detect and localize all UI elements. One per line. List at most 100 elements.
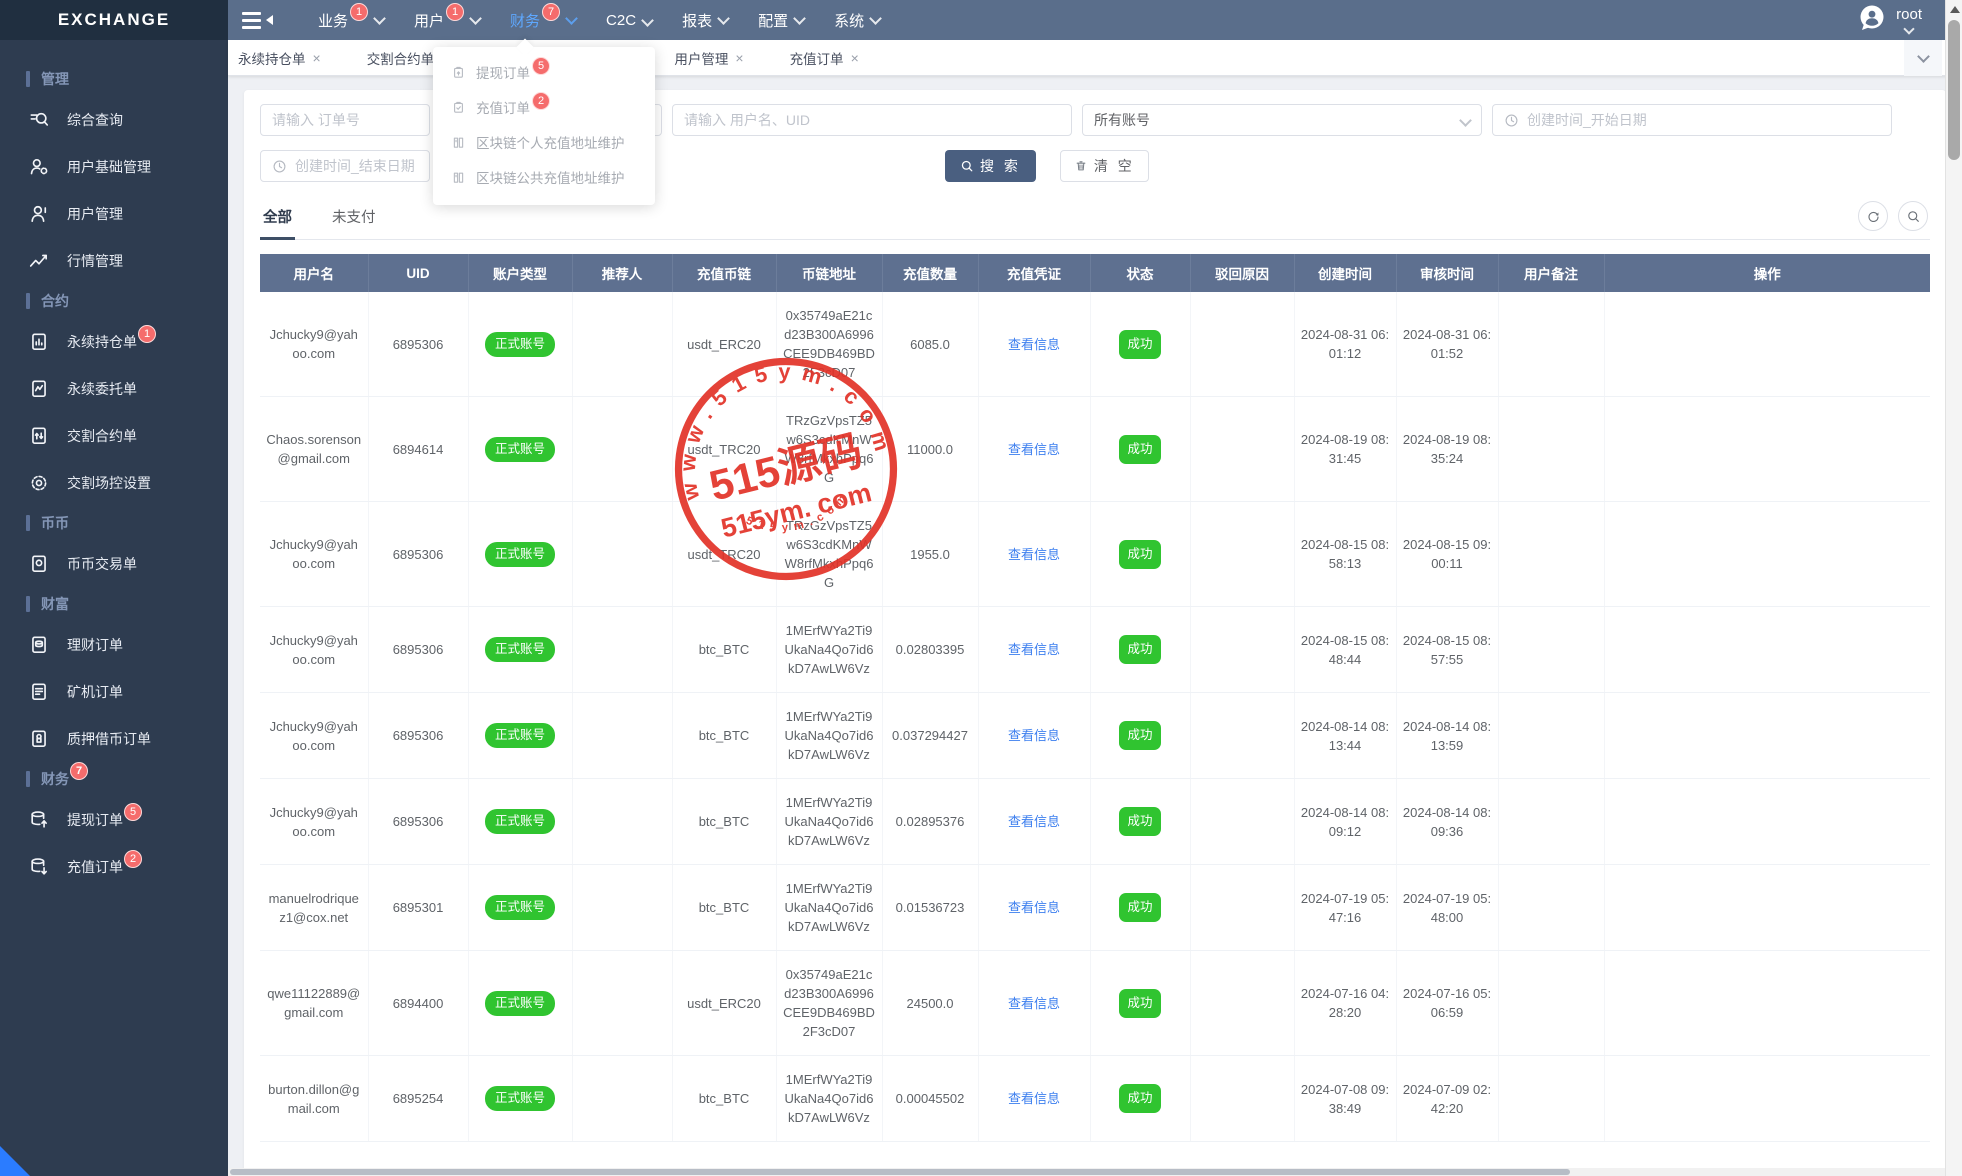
cell-referrer (572, 607, 672, 693)
dropdown-item-badge: 5 (532, 57, 550, 75)
date-end-input[interactable]: 创建时间_结束日期 (260, 150, 430, 182)
corner-widget (0, 1146, 30, 1176)
tabs-overflow-button[interactable] (1904, 40, 1942, 76)
open-tab-用户管理[interactable]: 用户管理 × (674, 48, 743, 68)
sidebar-item-交割合约单[interactable]: 交割合约单 (0, 412, 228, 459)
navbar-menu-业务[interactable]: 业务 1 (318, 10, 384, 31)
cell-audit-time: 2024-08-14 08:13:59 (1396, 693, 1498, 779)
cell-chain: btc_BTC (672, 607, 776, 693)
sidebar-item-质押借币订单[interactable]: 质押借币订单 (0, 715, 228, 762)
view-voucher-link[interactable]: 查看信息 (1008, 996, 1060, 1011)
cell-voucher: 查看信息 (978, 292, 1090, 397)
order-number-input[interactable] (272, 112, 418, 128)
table-row: Jchucky9@yahoo.com 6895306 正式账号 usdt_ERC… (260, 292, 1930, 397)
view-voucher-link[interactable]: 查看信息 (1008, 442, 1060, 457)
account-type-badge: 正式账号 (485, 723, 555, 748)
sidebar-item-用户管理[interactable]: 用户管理 (0, 190, 228, 237)
cell-actions (1604, 865, 1930, 951)
cell-amount: 24500.0 (882, 951, 978, 1056)
open-tab-充值订单[interactable]: 充值订单 × (790, 48, 859, 68)
user-search-input[interactable] (684, 112, 1060, 128)
sidebar-item-充值订单[interactable]: 充值订单 2 (0, 843, 228, 890)
navbar-menu-用户[interactable]: 用户 1 (414, 10, 480, 31)
sidebar-item-综合查询[interactable]: 综合查询 (0, 96, 228, 143)
username: root (1896, 7, 1922, 22)
search-icon (960, 159, 974, 173)
horizontal-scrollbar[interactable] (228, 1168, 1945, 1176)
account-type-select[interactable]: 所有账号 (1082, 104, 1482, 136)
cell-user-remark (1498, 607, 1604, 693)
collapse-sidebar-button[interactable] (242, 9, 272, 31)
table-row: Jchucky9@yahoo.com 6895306 正式账号 btc_BTC … (260, 779, 1930, 865)
cell-referrer (572, 865, 672, 951)
column-search-button[interactable] (1898, 201, 1928, 231)
view-voucher-link[interactable]: 查看信息 (1008, 814, 1060, 829)
dropdown-item-区块链个人充值地址维护[interactable]: 区块链个人充值地址维护 (433, 126, 655, 161)
cell-uid: 6895301 (368, 865, 468, 951)
cell-uid: 6895306 (368, 292, 468, 397)
cell-reject-reason (1190, 502, 1294, 607)
sidebar-item-矿机订单[interactable]: 矿机订单 (0, 668, 228, 715)
sidebar-item-理财订单[interactable]: 理财订单 (0, 621, 228, 668)
cell-uid: 6895306 (368, 693, 468, 779)
view-voucher-link[interactable]: 查看信息 (1008, 337, 1060, 352)
navbar-menu-C2C[interactable]: C2C (606, 12, 652, 29)
sidebar-section-title: 财务 7 (0, 762, 228, 796)
cell-audit-time: 2024-08-31 06:01:52 (1396, 292, 1498, 397)
cell-status: 成功 (1090, 693, 1190, 779)
sidebar-item-永续委托单[interactable]: 永续委托单 (0, 365, 228, 412)
dropdown-item-充值订单[interactable]: 充值订单 2 (433, 91, 655, 126)
search-button[interactable]: 搜 索 (945, 150, 1036, 182)
vertical-scrollbar-thumb[interactable] (1948, 20, 1960, 160)
chevron-down-icon (1459, 114, 1472, 127)
horizontal-scrollbar-thumb[interactable] (230, 1169, 1570, 1175)
view-voucher-link[interactable]: 查看信息 (1008, 642, 1060, 657)
scroll-up-arrow[interactable] (1950, 6, 1960, 13)
navbar-menu-财务[interactable]: 财务 7 (510, 10, 576, 31)
cell-audit-time: 2024-07-09 02:42:20 (1396, 1056, 1498, 1142)
vertical-scrollbar[interactable] (1945, 0, 1962, 1176)
close-tab-icon[interactable]: × (735, 50, 743, 66)
sidebar-item-永续持仓单[interactable]: 永续持仓单 1 (0, 318, 228, 365)
view-voucher-link[interactable]: 查看信息 (1008, 728, 1060, 743)
table-row: qwe11122889@gmail.com 6894400 正式账号 usdt_… (260, 951, 1930, 1056)
cell-user-remark (1498, 1056, 1604, 1142)
refresh-button[interactable] (1858, 201, 1888, 231)
chevron-down-icon (373, 12, 386, 25)
view-voucher-link[interactable]: 查看信息 (1008, 547, 1060, 562)
cell-reject-reason (1190, 1056, 1294, 1142)
admin-window: EXCHANGE 业务 1 用户 1 财务 7 C2C 报表 配置 (0, 0, 1962, 1176)
result-tab-全部[interactable]: 全部 (260, 206, 295, 239)
navbar-menu-系统[interactable]: 系统 (834, 10, 880, 31)
view-voucher-link[interactable]: 查看信息 (1008, 900, 1060, 915)
view-voucher-link[interactable]: 查看信息 (1008, 1091, 1060, 1106)
sidebar-item-行情管理[interactable]: 行情管理 (0, 237, 228, 284)
clock-icon (272, 159, 287, 174)
dropdown-item-区块链公共充值地址维护[interactable]: 区块链公共充值地址维护 (433, 161, 655, 196)
cell-reject-reason (1190, 951, 1294, 1056)
cell-status: 成功 (1090, 865, 1190, 951)
cell-referrer (572, 292, 672, 397)
user-menu[interactable]: root (1857, 3, 1922, 38)
sidebar-item-交割场控设置[interactable]: 交割场控设置 (0, 459, 228, 506)
cell-reject-reason (1190, 607, 1294, 693)
doc-lines-icon (28, 681, 50, 703)
navbar-menu-报表[interactable]: 报表 (682, 10, 728, 31)
date-start-input[interactable]: 创建时间_开始日期 (1492, 104, 1892, 136)
navbar-menu-配置[interactable]: 配置 (758, 10, 804, 31)
dropdown-item-提现订单[interactable]: 提现订单 5 (433, 56, 655, 91)
close-tab-icon[interactable]: × (313, 50, 321, 66)
result-tab-未支付[interactable]: 未支付 (329, 206, 379, 239)
gear-icon (28, 472, 50, 494)
menu-badge: 7 (542, 3, 560, 21)
sidebar-item-币币交易单[interactable]: 币币交易单 (0, 540, 228, 587)
cell-username: Jchucky9@yahoo.com (260, 779, 368, 865)
sidebar-item-提现订单[interactable]: 提现订单 5 (0, 796, 228, 843)
open-tab-永续持仓单[interactable]: 永续持仓单 × (238, 48, 321, 68)
sidebar-item-用户基础管理[interactable]: 用户基础管理 (0, 143, 228, 190)
clear-button[interactable]: 清 空 (1060, 150, 1149, 182)
menu-badge: 1 (446, 3, 464, 21)
cell-created-time: 2024-08-31 06:01:12 (1294, 292, 1396, 397)
close-tab-icon[interactable]: × (851, 50, 859, 66)
refresh-icon (1866, 209, 1881, 224)
